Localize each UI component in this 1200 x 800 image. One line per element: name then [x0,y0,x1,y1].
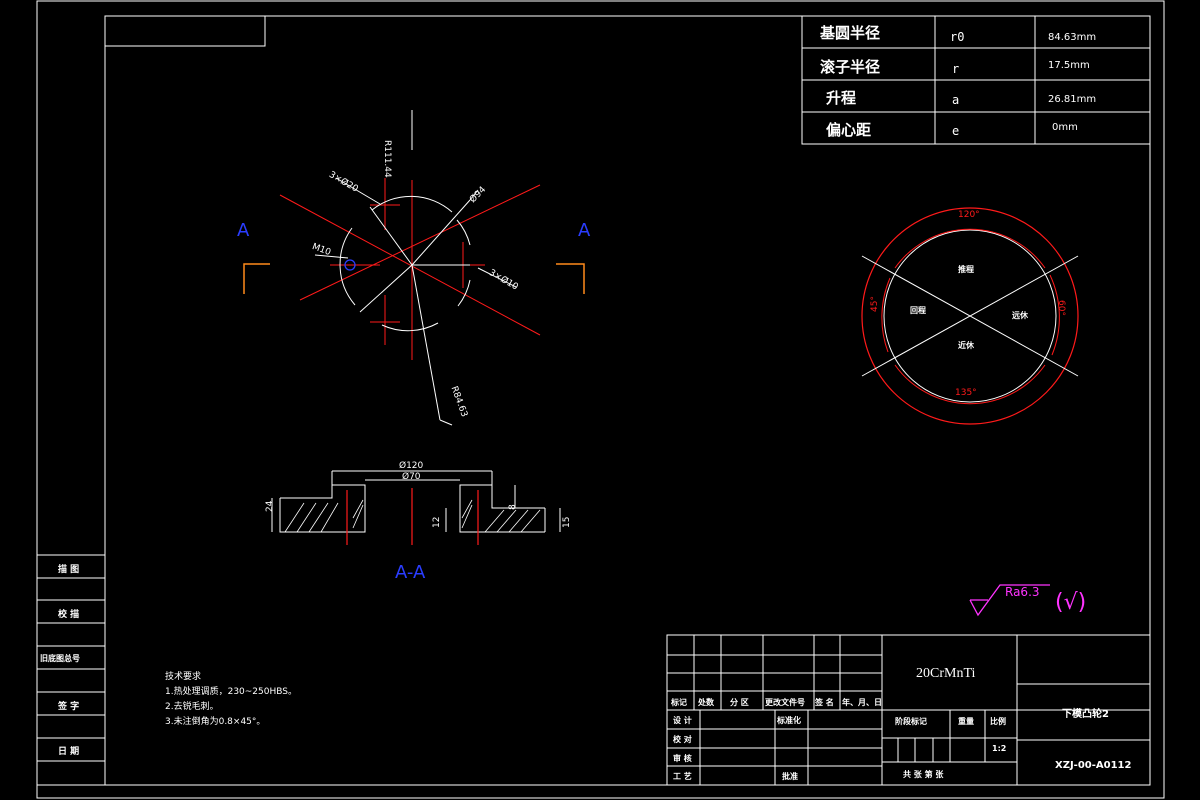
param-symbol-roller-radius: r [952,62,960,76]
cam-zone-right: 远休 [1012,311,1028,320]
cam-zone-top: 推程 [958,265,974,274]
rev-header-mark: 标记 [671,698,687,707]
weight-label: 重量 [958,717,974,726]
approval-label: 批准 [782,772,798,781]
notes-title: 技术要求 [165,672,202,682]
strip-label-trace: 描 图 [58,565,80,575]
section-centerlines [346,488,479,545]
rev-header-count: 处数 [698,698,714,707]
plan-centerlines [279,178,541,360]
param-label-lift: 升程 [826,89,857,107]
rev-header-doc: 更改文件号 [765,698,805,707]
row-review: 审 核 [673,754,692,763]
dim-h8: 8 [508,504,518,510]
cam-angle-left: 45° [870,296,880,312]
technical-notes: 技术要求 1.热处理调质，230~250HBS。 2.去锐毛刺。 3.未注倒角为… [165,670,297,730]
scale-value: 1:2 [992,744,1007,753]
strip-label-date: 日 期 [58,747,80,757]
dim-d120: Ø120 [399,461,424,471]
row-process: 工 艺 [673,772,692,781]
roughness-mark: (√) [1055,590,1087,615]
plan-view [243,110,585,426]
section-mark-left: A [237,220,250,241]
row-check: 校 对 [673,735,692,744]
section-arrows [243,263,585,294]
section-mark-right: A [578,220,591,241]
param-symbol-eccentricity: e [952,124,960,138]
roughness-value: Ra6.3 [1005,585,1040,599]
cam-angle-top: 120° [958,210,980,220]
rev-header-zone: 分 区 [730,698,749,707]
param-value-eccentricity: 0mm [1052,122,1078,133]
sheet-count: 共 张 第 张 [903,770,944,779]
cam-zone-bottom: 近休 [958,341,974,350]
scale-label: 比例 [990,717,1006,726]
section-view-label: A-A [395,562,426,583]
param-symbol-lift: a [952,93,960,107]
rev-header-date: 年、月、日 [842,698,882,707]
row-design: 设 计 [673,716,692,725]
rev-header-sign: 签 名 [815,698,834,707]
param-symbol-base-radius: r0 [950,30,965,44]
material: 20CrMnTi [916,666,976,681]
param-value-lift: 26.81mm [1048,94,1097,105]
notes-line-1: 1.热处理调质，230~250HBS。 [165,687,297,697]
param-label-eccentricity: 偏心距 [826,121,872,139]
standardization-label: 标准化 [777,716,801,725]
param-label-base-radius: 基圆半径 [820,24,881,42]
notes-line-2: 2.去锐毛刺。 [165,702,219,712]
strip-label-check: 校 描 [58,610,80,620]
param-value-roller-radius: 17.5mm [1048,60,1090,71]
dim-h24: 24 [265,500,275,512]
dim-d70: Ø70 [402,472,421,482]
dim-h15: 15 [562,516,572,528]
strip-label-signature: 签 字 [58,702,80,712]
notes-line-3: 3.未注倒角为0.8×45°。 [165,717,266,727]
cam-angle-bottom: 135° [955,388,977,398]
cam-zone-left: 回程 [910,306,926,315]
stage-mark-label: 阶段标记 [895,717,927,726]
drawing-number: XZJ-00-A0112 [1055,760,1132,771]
strip-label-old-number: 旧底图总号 [40,654,80,663]
part-name: 下模凸轮2 [1062,709,1109,720]
dim-r-top: R111.44 [382,140,392,178]
cam-angle-right: 60° [1056,300,1066,316]
param-label-roller-radius: 滚子半径 [820,58,881,76]
param-value-base-radius: 84.63mm [1048,32,1097,43]
dim-h12: 12 [432,516,442,528]
